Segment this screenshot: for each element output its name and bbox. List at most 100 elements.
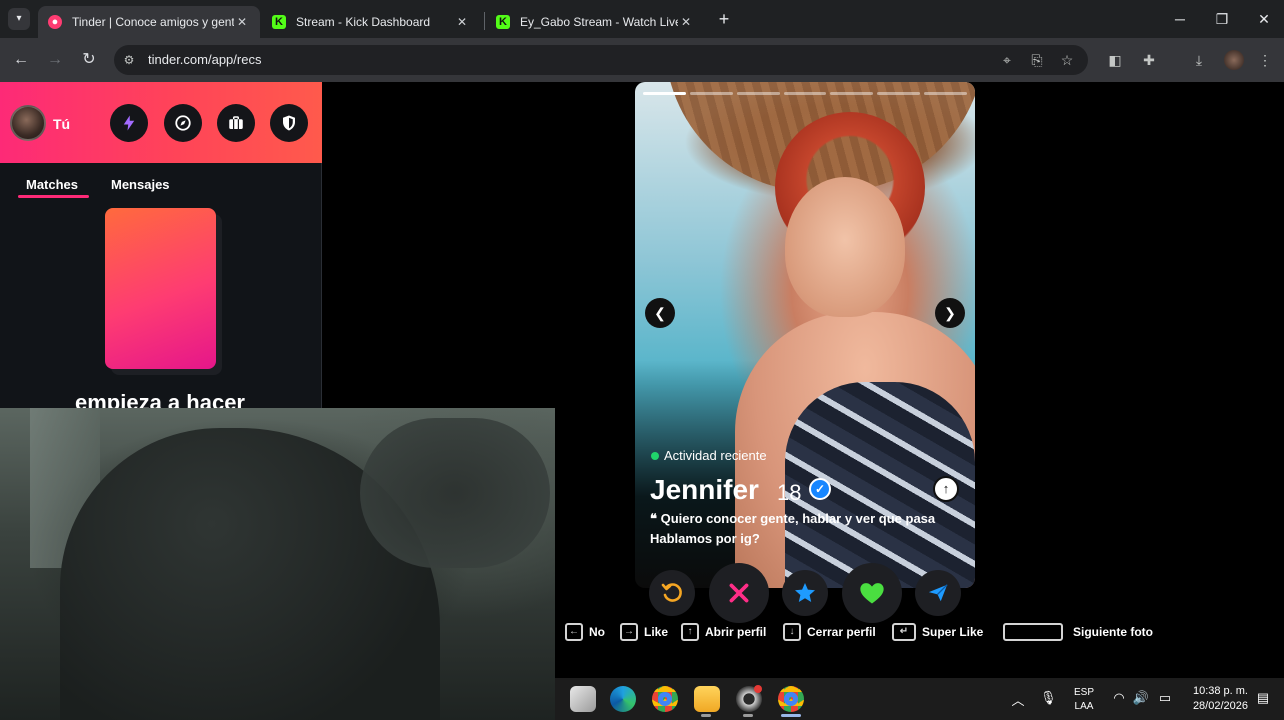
install-app-icon[interactable]: ⎘ (1026, 49, 1048, 71)
photo-progress-segment[interactable] (783, 92, 827, 95)
close-tab-icon[interactable]: ✕ (454, 15, 470, 29)
star-icon (795, 583, 815, 602)
tab-label: Tinder | Conoce amigos y gente (72, 15, 234, 29)
close-window-icon[interactable]: ✕ (1252, 8, 1276, 30)
tab-ey-gabo-stream[interactable]: K Ey_Gabo Stream - Watch Live on ✕ (486, 6, 704, 38)
chrome-icon[interactable] (652, 686, 678, 712)
location-icon[interactable]: ⌖ (996, 49, 1018, 71)
open-profile-icon[interactable]: ↑ (933, 476, 959, 502)
menu-dots-icon[interactable]: ⋮ (1254, 49, 1276, 71)
microphone-icon[interactable]: 🎙 (1040, 690, 1057, 706)
hint-no: ← No (565, 623, 605, 641)
tab-label: Ey_Gabo Stream - Watch Live on (520, 15, 678, 29)
shield-icon[interactable] (270, 104, 308, 142)
hint-label: Like (644, 625, 669, 639)
hint-label: No (589, 625, 605, 639)
avatar[interactable] (10, 105, 46, 141)
active-app-indicator (781, 714, 801, 717)
heart-icon (860, 583, 884, 604)
quote-icon: ❝ (650, 511, 661, 526)
tab-tinder[interactable]: ● Tinder | Conoce amigos y gente ✕ (38, 6, 260, 38)
photo-progress-segment[interactable] (643, 92, 686, 95)
site-info-icon[interactable]: ⚙ (120, 51, 138, 69)
hint-label: Abrir perfil (705, 625, 767, 639)
explore-icon[interactable] (164, 104, 202, 142)
verified-badge-icon: ✓ (809, 478, 831, 500)
hint-next-photo: Siguiente foto (1003, 623, 1153, 641)
boost-icon[interactable] (110, 104, 148, 142)
bio-text: Quiero conocer gente, hablar y ver que p… (660, 511, 936, 526)
enter-key-icon: ↵ (892, 623, 916, 641)
notification-bell-icon[interactable]: ▤ (1254, 690, 1272, 706)
profile-avatar[interactable] (1224, 50, 1244, 70)
photo-progress-segment[interactable] (877, 92, 921, 95)
new-tab-button[interactable]: + (712, 8, 736, 30)
like-button[interactable] (842, 563, 902, 623)
hint-label: Siguiente foto (1073, 625, 1153, 639)
volume-icon[interactable]: 🔊 (1132, 690, 1150, 706)
tab-label: Stream - Kick Dashboard (296, 15, 431, 29)
input-language[interactable]: ESP LAA (1070, 686, 1098, 714)
kick-icon: K (272, 15, 286, 29)
chrome-profile-icon[interactable] (778, 686, 804, 712)
edge-icon[interactable] (610, 686, 636, 712)
profile-bio-line2: Hablamos por ig? (650, 531, 760, 546)
boost-button[interactable] (915, 570, 961, 616)
keyboard-layout: LAA (1074, 701, 1094, 712)
tinder-icon: ● (48, 15, 62, 29)
photo-progress-segment[interactable] (689, 92, 733, 95)
profile-bio-line1: ❝ Quiero conocer gente, hablar y ver que… (650, 511, 935, 527)
photo-progress-segment[interactable] (736, 92, 780, 95)
active-tab-indicator (18, 195, 89, 198)
user-label[interactable]: Tú (53, 116, 70, 132)
reload-icon[interactable]: ↻ (78, 49, 100, 71)
file-explorer-icon[interactable] (694, 686, 720, 712)
tab-separator (484, 12, 485, 30)
battery-icon[interactable]: ▭ (1156, 690, 1174, 706)
task-view-icon[interactable] (570, 686, 596, 712)
clock-date: 28/02/2026 (1192, 700, 1248, 712)
wifi-icon[interactable]: ◠ (1110, 690, 1128, 706)
forward-icon[interactable]: → (44, 49, 66, 71)
briefcase-icon[interactable] (217, 104, 255, 142)
bookmark-star-icon[interactable]: ☆ (1056, 49, 1078, 71)
rewind-button[interactable] (649, 570, 695, 616)
close-tab-icon[interactable]: ✕ (234, 15, 250, 29)
download-icon[interactable]: ⤓ (1188, 49, 1210, 71)
clock-time: 10:38 p. m. (1192, 685, 1248, 697)
photo-person-face (785, 177, 905, 317)
kick-icon: K (496, 15, 510, 29)
hint-close-profile: ↓ Cerrar perfil (783, 623, 876, 641)
tab-messages[interactable]: Mensajes (111, 177, 170, 192)
tab-kick-dashboard[interactable]: K Stream - Kick Dashboard ✕ (262, 6, 480, 38)
tray-chevron-icon[interactable]: ︿ (1010, 690, 1026, 709)
super-like-button[interactable] (782, 570, 828, 616)
hint-label: Cerrar perfil (807, 625, 876, 639)
profile-name: Jennifer (650, 474, 759, 505)
previous-photo-icon[interactable]: ❮ (645, 298, 675, 328)
tab-search-chevron-icon[interactable]: ▾ (8, 8, 30, 30)
running-app-indicator (701, 714, 711, 717)
tab-matches[interactable]: Matches (26, 177, 78, 192)
url-text[interactable]: tinder.com/app/recs (148, 52, 261, 67)
hint-like: → Like (620, 623, 668, 641)
hint-super-like: ↵ Super Like (892, 623, 983, 641)
restore-icon[interactable]: ❐ (1210, 8, 1234, 30)
photo-progress-segment[interactable] (830, 92, 874, 95)
extension-icon[interactable]: ◧ (1104, 49, 1126, 71)
arrow-up-key-icon: ↑ (681, 623, 699, 641)
arrow-left-key-icon: ← (565, 623, 583, 641)
online-dot-icon (651, 451, 659, 460)
webcam-head-silhouette (360, 418, 550, 568)
likes-placeholder-card[interactable] (105, 208, 216, 369)
send-icon (928, 584, 948, 602)
clock[interactable]: 10:38 p. m. 28/02/2026 (1182, 684, 1248, 714)
minimize-icon[interactable]: ─ (1168, 8, 1192, 30)
next-photo-icon[interactable]: ❯ (935, 298, 965, 328)
activity-status: Actividad reciente (651, 448, 767, 463)
close-tab-icon[interactable]: ✕ (678, 15, 694, 29)
nope-button[interactable] (709, 563, 769, 623)
photo-progress-segment[interactable] (924, 92, 967, 95)
back-icon[interactable]: ← (10, 49, 32, 71)
puzzle-icon[interactable]: ✚ (1138, 49, 1160, 71)
